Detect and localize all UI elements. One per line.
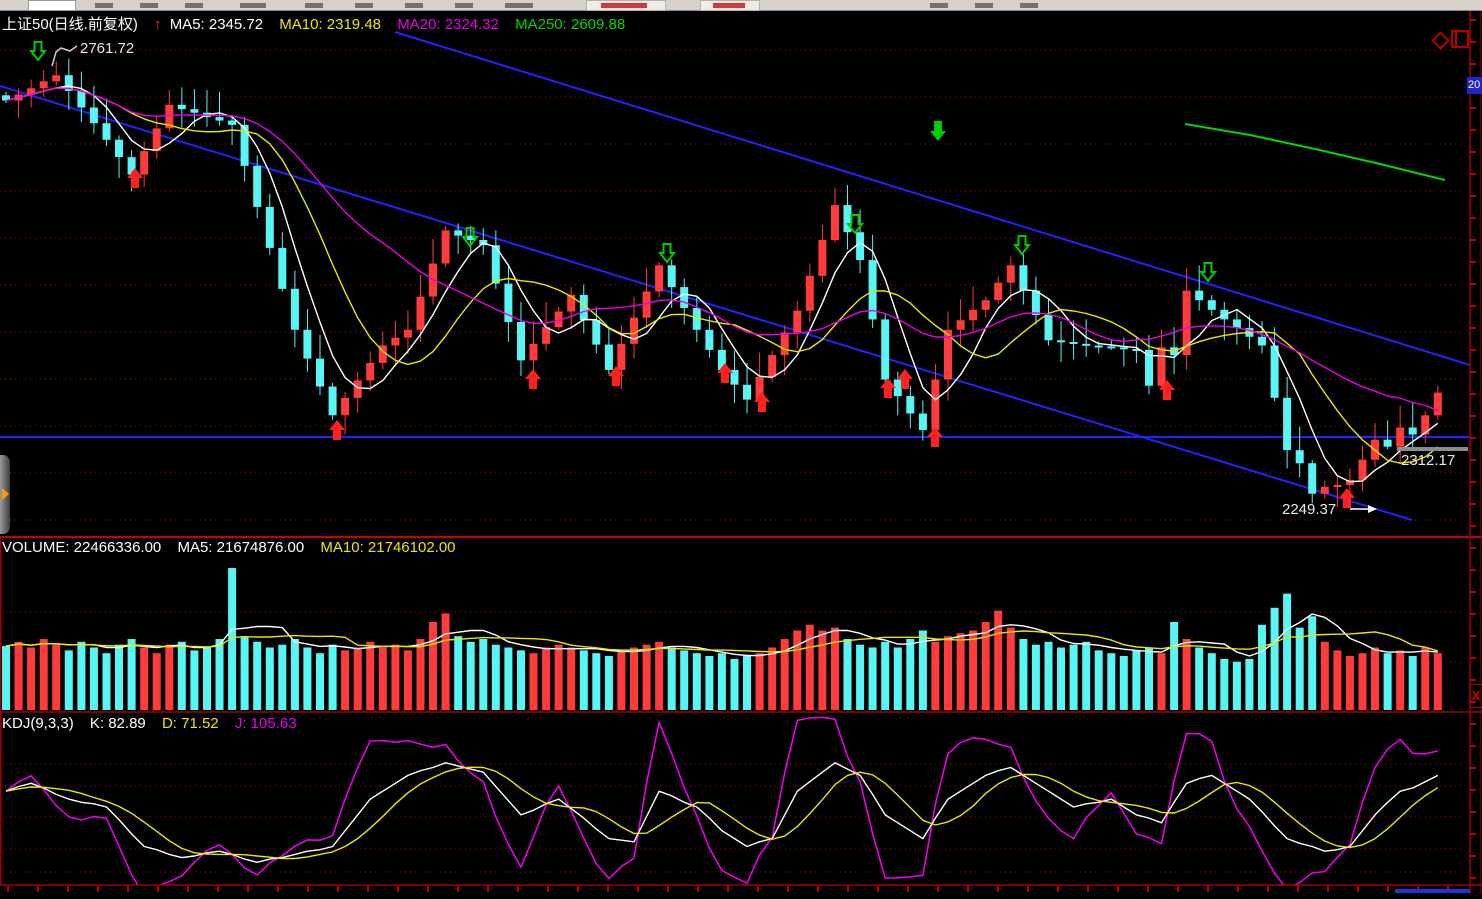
- toolbar-strip[interactable]: [0, 0, 1482, 11]
- toolbar-fragment: [405, 3, 423, 8]
- ma10-value: MA10: 2319.48: [279, 16, 381, 33]
- axis-price-badge: 20: [1467, 77, 1482, 94]
- price-pane-header: 上证50(日线.前复权) ↑ MA5: 2345.72 MA10: 2319.4…: [2, 13, 637, 34]
- toolbar-fragment: [185, 3, 203, 8]
- toolbar-fragment: [1020, 3, 1038, 8]
- volume-ma5-value: MA5: 21674876.00: [177, 539, 304, 556]
- kdj-k-value: K: 82.89: [90, 715, 146, 732]
- kdj-d-value: D: 71.52: [162, 715, 219, 732]
- page-title: 上证50(日线.前复权): [2, 16, 138, 33]
- toolbar-field: [28, 0, 76, 11]
- toolbar-button-label: [601, 3, 647, 8]
- toolbar-fragment: [240, 3, 266, 8]
- toolbar-fragment: [930, 3, 948, 8]
- kdj-j-value: J: 105.63: [235, 715, 297, 732]
- horizontal-scrollbar[interactable]: [1395, 889, 1470, 893]
- trading-app-window: { "header": { "title": "上证50(日线.前复权)", "…: [0, 0, 1482, 894]
- toolbar-fragment: [505, 3, 533, 8]
- toolbar-button[interactable]: [700, 0, 760, 11]
- toolbar-button-label: [713, 3, 745, 8]
- ma5-value: MA5: 2345.72: [170, 16, 263, 33]
- chart-canvas[interactable]: [0, 0, 1482, 894]
- expand-arrow-icon: [2, 488, 9, 500]
- peak-price-annotation: 2761.72: [80, 40, 134, 57]
- toolbar-fragment: [140, 3, 158, 8]
- trough-price-annotation: 2249.37: [1282, 501, 1336, 518]
- toolbar-button[interactable]: [586, 0, 666, 11]
- toolbar-fragment: [305, 3, 323, 8]
- ma250-value: MA250: 2609.88: [515, 16, 625, 33]
- volume-ma10-value: MA10: 21746102.00: [320, 539, 455, 556]
- ma20-value: MA20: 2324.32: [397, 16, 499, 33]
- toolbar-fragment: [95, 3, 113, 8]
- panel-expand-handle[interactable]: [0, 455, 10, 534]
- up-arrow-icon: ↑: [154, 16, 162, 33]
- kdj-pane-header: KDJ(9,3,3) K: 82.89 D: 71.52 J: 105.63: [2, 715, 309, 732]
- volume-value: VOLUME: 22466336.00: [2, 539, 161, 556]
- toolbar-fragment: [975, 3, 993, 8]
- split-window-icon[interactable]: [1451, 30, 1469, 48]
- axis-close-button[interactable]: X: [1469, 684, 1482, 708]
- toolbar-fragment: [455, 3, 473, 8]
- split-window-icon-bar: [1455, 32, 1457, 46]
- toolbar-fragment: [355, 3, 373, 8]
- kdj-params: KDJ(9,3,3): [2, 715, 74, 732]
- volume-pane-header: VOLUME: 22466336.00 MA5: 21674876.00 MA1…: [2, 539, 468, 556]
- last-price-annotation: 2312.17: [1401, 452, 1455, 469]
